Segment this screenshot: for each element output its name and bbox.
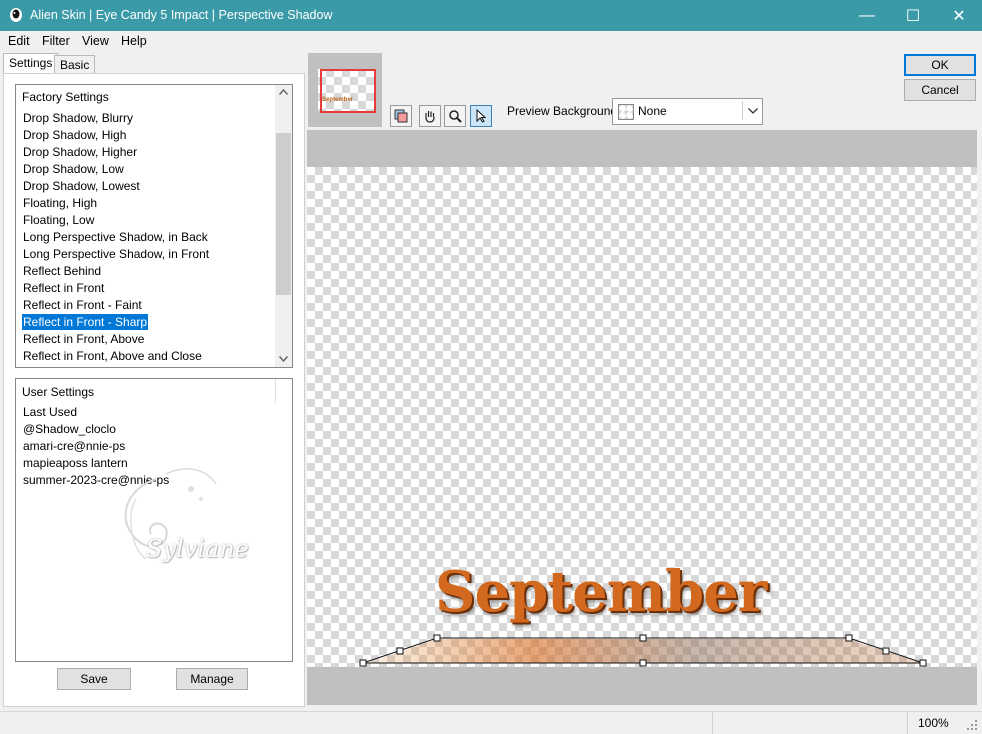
chevron-down-icon xyxy=(748,108,758,114)
watermark-text: Sylviane xyxy=(146,535,249,563)
minimize-button[interactable]: — xyxy=(844,0,890,31)
navigator-panel[interactable]: September xyxy=(308,53,382,127)
manage-button[interactable]: Manage xyxy=(176,668,248,690)
menu-filter[interactable]: Filter xyxy=(42,34,70,48)
factory-preset-item[interactable]: Reflect Behind xyxy=(22,263,102,279)
navigator-viewport-rect[interactable] xyxy=(320,69,376,113)
zoom-level: 100% xyxy=(918,716,949,730)
preview-canvas[interactable]: September xyxy=(307,167,977,667)
tab-basic[interactable]: Basic xyxy=(54,55,96,74)
reflection-shadow xyxy=(367,639,922,663)
factory-preset-item[interactable]: Reflect in Front, Above xyxy=(22,331,145,347)
factory-preset-item[interactable]: Long Perspective Shadow, in Front xyxy=(22,246,210,262)
user-settings-list[interactable]: User Settings Last Used @Shadow_cloclo ama… xyxy=(15,378,293,662)
control-handle[interactable] xyxy=(396,647,404,655)
control-handle[interactable] xyxy=(639,659,647,667)
status-divider xyxy=(907,712,908,734)
header-divider xyxy=(275,379,276,403)
minimize-icon: — xyxy=(859,6,875,24)
preview-background-select[interactable]: None xyxy=(612,98,763,125)
menu-bar: Edit Filter View Help xyxy=(0,31,982,51)
factory-preset-item[interactable]: Drop Shadow, Low xyxy=(22,161,125,177)
control-handle[interactable] xyxy=(882,647,890,655)
preview-text: September xyxy=(435,559,767,625)
factory-preset-item[interactable]: Drop Shadow, High xyxy=(22,127,127,143)
select-tool-button[interactable] xyxy=(470,105,492,127)
status-bar: 100% xyxy=(0,711,982,734)
magnifier-icon xyxy=(449,110,462,123)
control-handle[interactable] xyxy=(433,634,441,642)
factory-preset-item[interactable]: Drop Shadow, Blurry xyxy=(22,110,134,126)
scroll-down-icon[interactable] xyxy=(279,356,288,362)
user-settings-header: User Settings xyxy=(22,385,95,399)
maximize-button[interactable]: ☐ xyxy=(890,0,936,31)
factory-settings-header: Factory Settings xyxy=(22,90,109,104)
factory-preset-item[interactable]: Reflect in Front xyxy=(22,280,105,296)
menu-help[interactable]: Help xyxy=(121,34,147,48)
control-handle[interactable] xyxy=(359,659,367,667)
title-bar: Alien Skin | Eye Candy 5 Impact | Perspe… xyxy=(0,0,982,31)
factory-preset-item[interactable]: Drop Shadow, Lowest xyxy=(22,178,141,194)
preview-background-label: Preview Background: xyxy=(507,104,621,118)
maximize-icon: ☐ xyxy=(905,7,921,25)
scroll-up-icon[interactable] xyxy=(279,89,288,95)
user-preset-item[interactable]: @Shadow_cloclo xyxy=(22,421,117,437)
close-button[interactable]: ✕ xyxy=(936,0,982,31)
menu-edit[interactable]: Edit xyxy=(8,34,30,48)
user-preset-item[interactable]: Last Used xyxy=(22,404,78,420)
hand-tool-button[interactable] xyxy=(419,105,441,127)
compare-tool-button[interactable] xyxy=(390,105,412,127)
user-preset-item[interactable]: amari-cre@nnie-ps xyxy=(22,438,126,454)
alien-skin-icon xyxy=(10,8,22,22)
resize-grip-icon[interactable] xyxy=(966,719,978,731)
factory-scroll-thumb[interactable] xyxy=(276,133,291,295)
window-title: Alien Skin | Eye Candy 5 Impact | Perspe… xyxy=(30,8,333,22)
control-handle[interactable] xyxy=(639,634,647,642)
factory-preset-item[interactable]: Reflect in Front - Faint xyxy=(22,297,143,313)
zoom-tool-button[interactable] xyxy=(444,105,466,127)
arrow-pointer-icon xyxy=(476,109,487,123)
save-button[interactable]: Save xyxy=(57,668,131,690)
factory-scrollbar[interactable] xyxy=(275,85,292,367)
control-handle[interactable] xyxy=(845,634,853,642)
factory-preset-item[interactable]: Long Perspective Shadow, in Back xyxy=(22,229,209,245)
tab-settings[interactable]: Settings xyxy=(3,53,59,74)
factory-preset-item[interactable]: Reflect in Front, Above and Close xyxy=(22,348,203,364)
select-divider xyxy=(742,101,743,120)
close-icon: ✕ xyxy=(952,7,966,25)
factory-settings-list[interactable]: Factory Settings Drop Shadow, Blurry Drop… xyxy=(15,84,293,368)
menu-view[interactable]: View xyxy=(82,34,109,48)
preview-background-value: None xyxy=(638,104,667,118)
factory-preset-item[interactable]: Reflect in Front - Sharp xyxy=(22,314,149,330)
factory-preset-item[interactable]: Drop Shadow, Higher xyxy=(22,144,138,160)
factory-preset-item[interactable]: Floating, Low xyxy=(22,212,95,228)
ok-button[interactable]: OK xyxy=(904,54,976,76)
compare-icon xyxy=(394,109,408,123)
status-divider xyxy=(712,712,713,734)
hand-icon xyxy=(425,111,435,123)
cancel-button[interactable]: Cancel xyxy=(904,79,976,101)
factory-preset-item[interactable]: Floating, High xyxy=(22,195,98,211)
control-handle[interactable] xyxy=(919,659,927,667)
none-swatch-icon xyxy=(618,104,634,120)
